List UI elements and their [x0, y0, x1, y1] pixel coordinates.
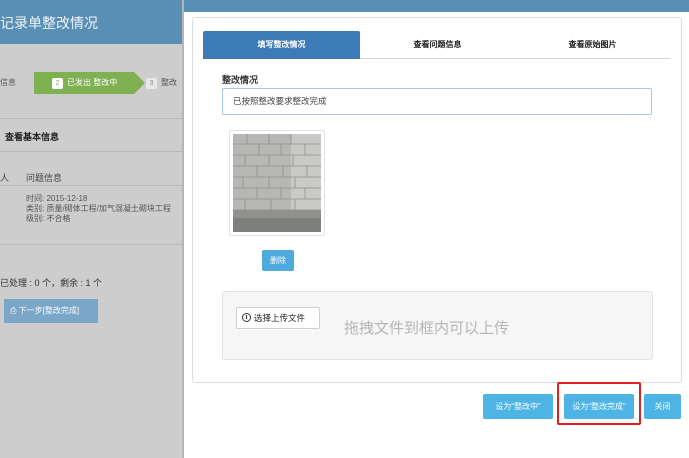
- close-button[interactable]: 关闭: [644, 394, 681, 419]
- step-rectify: 3 整改: [146, 72, 182, 94]
- column-header-info: 问题信息: [26, 173, 63, 183]
- drop-hint-text: 拖拽文件到框内可以上传: [344, 320, 510, 337]
- tab-view-problem[interactable]: 查看问题信息: [360, 31, 515, 59]
- highlight-box: [557, 382, 641, 425]
- next-step-label: 下一步[整改完成]: [18, 306, 80, 315]
- problem-category: 类别: 质量/砌体工程/加气混凝土砌块工程: [26, 204, 171, 213]
- divider-line: [0, 244, 182, 245]
- column-header-person: 人: [0, 173, 10, 183]
- brick-wall-photo: [233, 134, 321, 232]
- step-rectify-label: 整改: [161, 78, 177, 87]
- modal-top-bar: [184, 0, 689, 12]
- step-in-progress-label: 已发出 整改中: [67, 78, 118, 87]
- processed-count: 已处理 : 0 个，剩余 : 1 个: [0, 278, 103, 288]
- step-info: 信息: [0, 72, 32, 94]
- next-step-button[interactable]: ⎙ 下一步[整改完成]: [4, 299, 98, 323]
- select-file-label: 选择上传文件: [254, 313, 306, 323]
- section-title: 查看基本信息: [5, 132, 60, 142]
- select-file-button[interactable]: 选择上传文件: [236, 307, 320, 329]
- step-number: 2: [52, 78, 63, 89]
- divider-line: [0, 118, 182, 119]
- left-title: 记录单整改情况: [0, 15, 98, 31]
- step-number: 3: [146, 78, 157, 89]
- uploaded-photo-thumbnail[interactable]: [229, 130, 325, 236]
- step-in-progress: 2 已发出 整改中: [34, 72, 145, 94]
- modal-card: 填写整改情况 查看问题信息 查看原始图片 整改情况 已按照整改要求整改完成 删除…: [192, 17, 682, 383]
- delete-photo-button[interactable]: 删除: [262, 250, 294, 271]
- left-header: 记录单整改情况: [0, 0, 182, 44]
- tab-bar: 填写整改情况 查看问题信息 查看原始图片: [203, 31, 670, 59]
- left-body: [0, 44, 182, 458]
- step-info-label: 信息: [0, 78, 16, 87]
- left-panel: 记录单整改情况 信息 2 已发出 整改中 3 整改 查看基本信息 人 问题信息 时间…: [0, 0, 182, 458]
- rectification-label: 整改情况: [222, 75, 259, 85]
- problem-info: 时间: 2015-12-18 类别: 质量/砌体工程/加气混凝土砌块工程 级别:…: [26, 194, 171, 224]
- problem-time: 时间: 2015-12-18: [26, 194, 88, 203]
- upload-icon: [242, 313, 251, 322]
- divider-line: [0, 151, 182, 152]
- problem-level: 级别: 不合格: [26, 214, 71, 223]
- print-icon: ⎙: [10, 306, 19, 315]
- divider-line: [0, 185, 182, 186]
- upload-dropzone[interactable]: 选择上传文件 拖拽文件到框内可以上传: [222, 291, 653, 360]
- rectification-input[interactable]: 已按照整改要求整改完成: [222, 88, 652, 115]
- tab-fill-rectification[interactable]: 填写整改情况: [203, 31, 360, 59]
- modal: 填写整改情况 查看问题信息 查看原始图片 整改情况 已按照整改要求整改完成 删除…: [184, 0, 689, 458]
- set-in-progress-button[interactable]: 设为“整改中”: [483, 394, 553, 419]
- tab-view-original-image[interactable]: 查看原始图片: [515, 31, 670, 59]
